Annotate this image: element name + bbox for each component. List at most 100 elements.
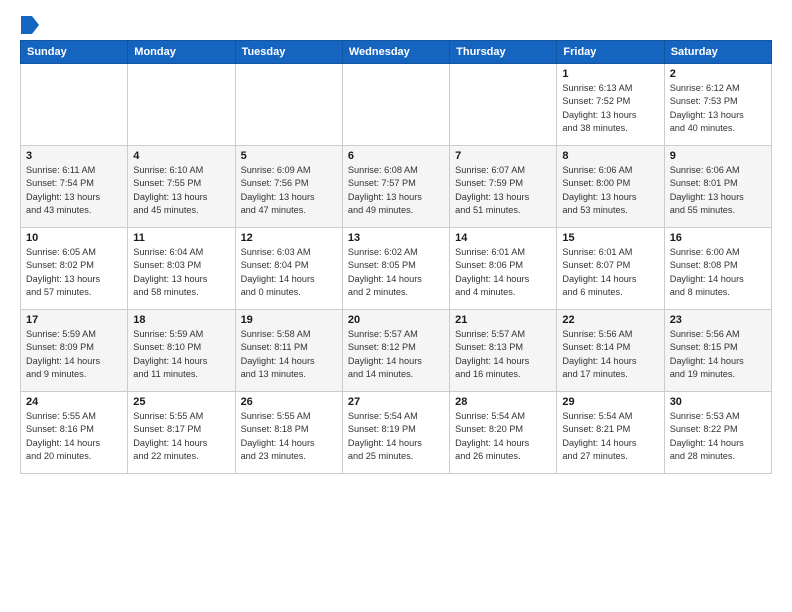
day-number: 10 [26, 232, 122, 244]
day-info: Sunrise: 6:04 AM Sunset: 8:03 PM Dayligh… [133, 246, 229, 299]
calendar-cell: 14 Sunrise: 6:01 AM Sunset: 8:06 PM Dayli… [450, 228, 557, 310]
day-info: Sunrise: 6:06 AM Sunset: 8:00 PM Dayligh… [562, 164, 658, 217]
day-info: Sunrise: 5:58 AM Sunset: 8:11 PM Dayligh… [241, 328, 337, 381]
day-number: 23 [670, 314, 766, 326]
calendar-cell: 24 Sunrise: 5:55 AM Sunset: 8:16 PM Dayli… [21, 392, 128, 474]
day-info: Sunrise: 6:02 AM Sunset: 8:05 PM Dayligh… [348, 246, 444, 299]
calendar-cell: 20 Sunrise: 5:57 AM Sunset: 8:12 PM Dayli… [342, 310, 449, 392]
day-info: Sunrise: 5:54 AM Sunset: 8:20 PM Dayligh… [455, 410, 551, 463]
calendar-cell: 15 Sunrise: 6:01 AM Sunset: 8:07 PM Dayli… [557, 228, 664, 310]
calendar-table: SundayMondayTuesdayWednesdayThursdayFrid… [20, 40, 772, 474]
day-info: Sunrise: 5:59 AM Sunset: 8:09 PM Dayligh… [26, 328, 122, 381]
calendar-cell: 3 Sunrise: 6:11 AM Sunset: 7:54 PM Daylig… [21, 146, 128, 228]
calendar-cell: 21 Sunrise: 5:57 AM Sunset: 8:13 PM Dayli… [450, 310, 557, 392]
day-number: 29 [562, 396, 658, 408]
calendar-cell: 16Sunrise: 6:00 AM Sunset: 8:08 PM Dayli… [664, 228, 771, 310]
calendar-cell: 12 Sunrise: 6:03 AM Sunset: 8:04 PM Dayli… [235, 228, 342, 310]
calendar-cell [342, 64, 449, 146]
calendar-cell: 29 Sunrise: 5:54 AM Sunset: 8:21 PM Dayli… [557, 392, 664, 474]
calendar-cell: 22 Sunrise: 5:56 AM Sunset: 8:14 PM Dayli… [557, 310, 664, 392]
calendar-cell: 4 Sunrise: 6:10 AM Sunset: 7:55 PM Daylig… [128, 146, 235, 228]
day-info: Sunrise: 5:55 AM Sunset: 8:16 PM Dayligh… [26, 410, 122, 463]
page-header [20, 16, 772, 32]
day-info: Sunrise: 6:13 AM Sunset: 7:52 PM Dayligh… [562, 82, 658, 135]
day-info: Sunrise: 5:59 AM Sunset: 8:10 PM Dayligh… [133, 328, 229, 381]
calendar-cell: 9 Sunrise: 6:06 AM Sunset: 8:01 PM Daylig… [664, 146, 771, 228]
day-info: Sunrise: 6:12 AM Sunset: 7:53 PM Dayligh… [670, 82, 766, 135]
day-number: 1 [562, 68, 658, 80]
calendar-cell: 26Sunrise: 5:55 AM Sunset: 8:18 PM Dayli… [235, 392, 342, 474]
logo-icon [21, 16, 39, 34]
calendar-cell: 18 Sunrise: 5:59 AM Sunset: 8:10 PM Dayli… [128, 310, 235, 392]
calendar-cell: 10Sunrise: 6:05 AM Sunset: 8:02 PM Dayli… [21, 228, 128, 310]
day-number: 8 [562, 150, 658, 162]
calendar-week-1: 1 Sunrise: 6:13 AM Sunset: 7:52 PM Daylig… [21, 64, 772, 146]
col-header-friday: Friday [557, 41, 664, 64]
day-number: 28 [455, 396, 551, 408]
col-header-wednesday: Wednesday [342, 41, 449, 64]
col-header-monday: Monday [128, 41, 235, 64]
day-number: 4 [133, 150, 229, 162]
day-info: Sunrise: 5:56 AM Sunset: 8:14 PM Dayligh… [562, 328, 658, 381]
day-number: 19 [241, 314, 337, 326]
day-info: Sunrise: 5:53 AM Sunset: 8:22 PM Dayligh… [670, 410, 766, 463]
calendar-cell: 5 Sunrise: 6:09 AM Sunset: 7:56 PM Daylig… [235, 146, 342, 228]
calendar-cell: 28 Sunrise: 5:54 AM Sunset: 8:20 PM Dayli… [450, 392, 557, 474]
day-number: 11 [133, 232, 229, 244]
col-header-sunday: Sunday [21, 41, 128, 64]
day-info: Sunrise: 6:11 AM Sunset: 7:54 PM Dayligh… [26, 164, 122, 217]
day-number: 9 [670, 150, 766, 162]
day-info: Sunrise: 6:01 AM Sunset: 8:07 PM Dayligh… [562, 246, 658, 299]
day-number: 13 [348, 232, 444, 244]
day-number: 18 [133, 314, 229, 326]
day-info: Sunrise: 5:54 AM Sunset: 8:21 PM Dayligh… [562, 410, 658, 463]
calendar-cell [21, 64, 128, 146]
calendar-cell: 17 Sunrise: 5:59 AM Sunset: 8:09 PM Dayli… [21, 310, 128, 392]
day-info: Sunrise: 6:10 AM Sunset: 7:55 PM Dayligh… [133, 164, 229, 217]
day-number: 21 [455, 314, 551, 326]
calendar-cell: 11 Sunrise: 6:04 AM Sunset: 8:03 PM Dayli… [128, 228, 235, 310]
calendar-cell [128, 64, 235, 146]
calendar-cell: 13 Sunrise: 6:02 AM Sunset: 8:05 PM Dayli… [342, 228, 449, 310]
day-number: 12 [241, 232, 337, 244]
day-info: Sunrise: 6:06 AM Sunset: 8:01 PM Dayligh… [670, 164, 766, 217]
day-info: Sunrise: 6:08 AM Sunset: 7:57 PM Dayligh… [348, 164, 444, 217]
calendar-cell: 19 Sunrise: 5:58 AM Sunset: 8:11 PM Dayli… [235, 310, 342, 392]
day-info: Sunrise: 6:01 AM Sunset: 8:06 PM Dayligh… [455, 246, 551, 299]
calendar-header-row: SundayMondayTuesdayWednesdayThursdayFrid… [21, 41, 772, 64]
day-info: Sunrise: 6:03 AM Sunset: 8:04 PM Dayligh… [241, 246, 337, 299]
day-number: 3 [26, 150, 122, 162]
calendar-cell: 6 Sunrise: 6:08 AM Sunset: 7:57 PM Daylig… [342, 146, 449, 228]
calendar-cell [235, 64, 342, 146]
day-number: 14 [455, 232, 551, 244]
calendar-cell: 1 Sunrise: 6:13 AM Sunset: 7:52 PM Daylig… [557, 64, 664, 146]
calendar-week-5: 24 Sunrise: 5:55 AM Sunset: 8:16 PM Dayli… [21, 392, 772, 474]
day-number: 5 [241, 150, 337, 162]
day-info: Sunrise: 6:09 AM Sunset: 7:56 PM Dayligh… [241, 164, 337, 217]
calendar-cell [450, 64, 557, 146]
col-header-tuesday: Tuesday [235, 41, 342, 64]
col-header-saturday: Saturday [664, 41, 771, 64]
day-number: 7 [455, 150, 551, 162]
calendar-week-2: 3 Sunrise: 6:11 AM Sunset: 7:54 PM Daylig… [21, 146, 772, 228]
day-info: Sunrise: 5:54 AM Sunset: 8:19 PM Dayligh… [348, 410, 444, 463]
calendar-cell: 23Sunrise: 5:56 AM Sunset: 8:15 PM Dayli… [664, 310, 771, 392]
day-number: 27 [348, 396, 444, 408]
day-info: Sunrise: 5:57 AM Sunset: 8:13 PM Dayligh… [455, 328, 551, 381]
calendar-cell: 2 Sunrise: 6:12 AM Sunset: 7:53 PM Daylig… [664, 64, 771, 146]
logo [20, 16, 40, 32]
calendar-cell: 7Sunrise: 6:07 AM Sunset: 7:59 PM Daylig… [450, 146, 557, 228]
day-number: 16 [670, 232, 766, 244]
day-number: 24 [26, 396, 122, 408]
day-number: 17 [26, 314, 122, 326]
day-number: 2 [670, 68, 766, 80]
day-number: 25 [133, 396, 229, 408]
day-number: 22 [562, 314, 658, 326]
day-number: 6 [348, 150, 444, 162]
col-header-thursday: Thursday [450, 41, 557, 64]
calendar-week-3: 10Sunrise: 6:05 AM Sunset: 8:02 PM Dayli… [21, 228, 772, 310]
day-number: 20 [348, 314, 444, 326]
day-info: Sunrise: 5:55 AM Sunset: 8:17 PM Dayligh… [133, 410, 229, 463]
day-info: Sunrise: 5:57 AM Sunset: 8:12 PM Dayligh… [348, 328, 444, 381]
day-number: 15 [562, 232, 658, 244]
